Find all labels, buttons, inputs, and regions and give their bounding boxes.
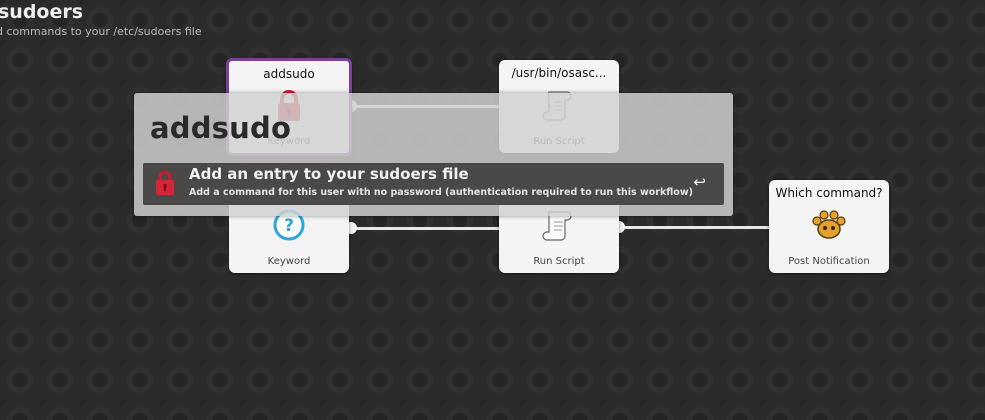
connection-wire[interactable] <box>349 227 499 230</box>
lock-icon <box>156 170 174 195</box>
growl-paw-icon <box>812 210 846 239</box>
workflow-node-post-notification[interactable]: Which command? Post Notification <box>769 180 889 273</box>
result-subtitle: Add a command for this user with no pass… <box>189 187 693 198</box>
node-title: /usr/bin/osasc... <box>511 66 607 80</box>
node-type: Keyword <box>267 256 311 267</box>
launcher-result-item[interactable]: Add an entry to your sudoers file Add a … <box>143 163 724 205</box>
result-title: Add an entry to your sudoers file <box>189 165 469 183</box>
node-title: addsudo <box>263 67 315 81</box>
node-title: Which command? <box>775 186 883 200</box>
connection-wire[interactable] <box>619 226 769 229</box>
launcher-search-input[interactable] <box>150 111 710 145</box>
workflow-title: sudoers <box>0 1 84 23</box>
return-key-icon: ↩ <box>693 173 706 191</box>
node-type: Run Script <box>533 256 585 267</box>
node-type: Post Notification <box>788 256 870 267</box>
workflow-description: d commands to your /etc/sudoers file <box>0 25 202 38</box>
svg-text:?: ? <box>284 216 294 236</box>
launcher-window: Add an entry to your sudoers file Add a … <box>134 93 733 216</box>
